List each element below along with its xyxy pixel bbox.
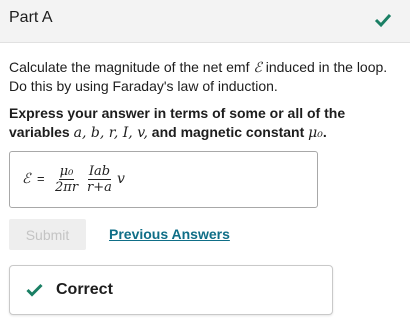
instructions-line2: Do this by using Faraday's law of induct… bbox=[9, 78, 278, 94]
feedback-label: Correct bbox=[56, 281, 113, 298]
part-header[interactable]: Part A bbox=[0, 0, 410, 43]
fraction-mu-over-2pir: μ₀ 2πr bbox=[55, 164, 78, 195]
answer-format-prompt: Express your answer in terms of some or … bbox=[9, 104, 407, 143]
answer-trailing-variable: v bbox=[117, 171, 125, 187]
prompt-mu: μ₀ bbox=[308, 125, 323, 141]
fraction-numerator: Iab bbox=[87, 164, 112, 180]
prompt-line1: Express your answer in terms of some or … bbox=[9, 105, 346, 121]
question-instructions: Calculate the magnitude of the net emf ℰ… bbox=[9, 58, 409, 95]
prompt-line2-pre: variables bbox=[9, 124, 74, 140]
fraction-numerator: μ₀ bbox=[58, 164, 75, 180]
instructions-line1-pre: Calculate the magnitude of the net emf bbox=[9, 59, 254, 75]
feedback-box: Correct bbox=[9, 265, 333, 315]
fraction-iab-over-r-plus-a: Iab r+a bbox=[87, 164, 112, 195]
prompt-line2-end: . bbox=[322, 124, 327, 140]
prompt-variables: a, b, r, I, v, bbox=[73, 125, 148, 141]
emf-symbol: ℰ bbox=[253, 60, 262, 76]
submit-button[interactable]: Submit bbox=[9, 219, 86, 250]
previous-answers-link[interactable]: Previous Answers bbox=[109, 226, 230, 242]
answer-lhs: ℰ bbox=[22, 171, 31, 187]
prompt-line2-mid: and magnetic constant bbox=[147, 124, 309, 140]
part-title: Part A bbox=[9, 9, 53, 26]
checkmark-icon bbox=[26, 283, 43, 297]
answer-input[interactable]: ℰ = μ₀ 2πr Iab r+a v bbox=[9, 151, 318, 208]
fraction-denominator: 2πr bbox=[55, 180, 79, 195]
checkmark-icon bbox=[374, 13, 392, 28]
fraction-denominator: r+a bbox=[87, 180, 112, 195]
instructions-line1-post: induced in the loop. bbox=[261, 59, 388, 75]
answer-equals: = bbox=[37, 171, 45, 186]
